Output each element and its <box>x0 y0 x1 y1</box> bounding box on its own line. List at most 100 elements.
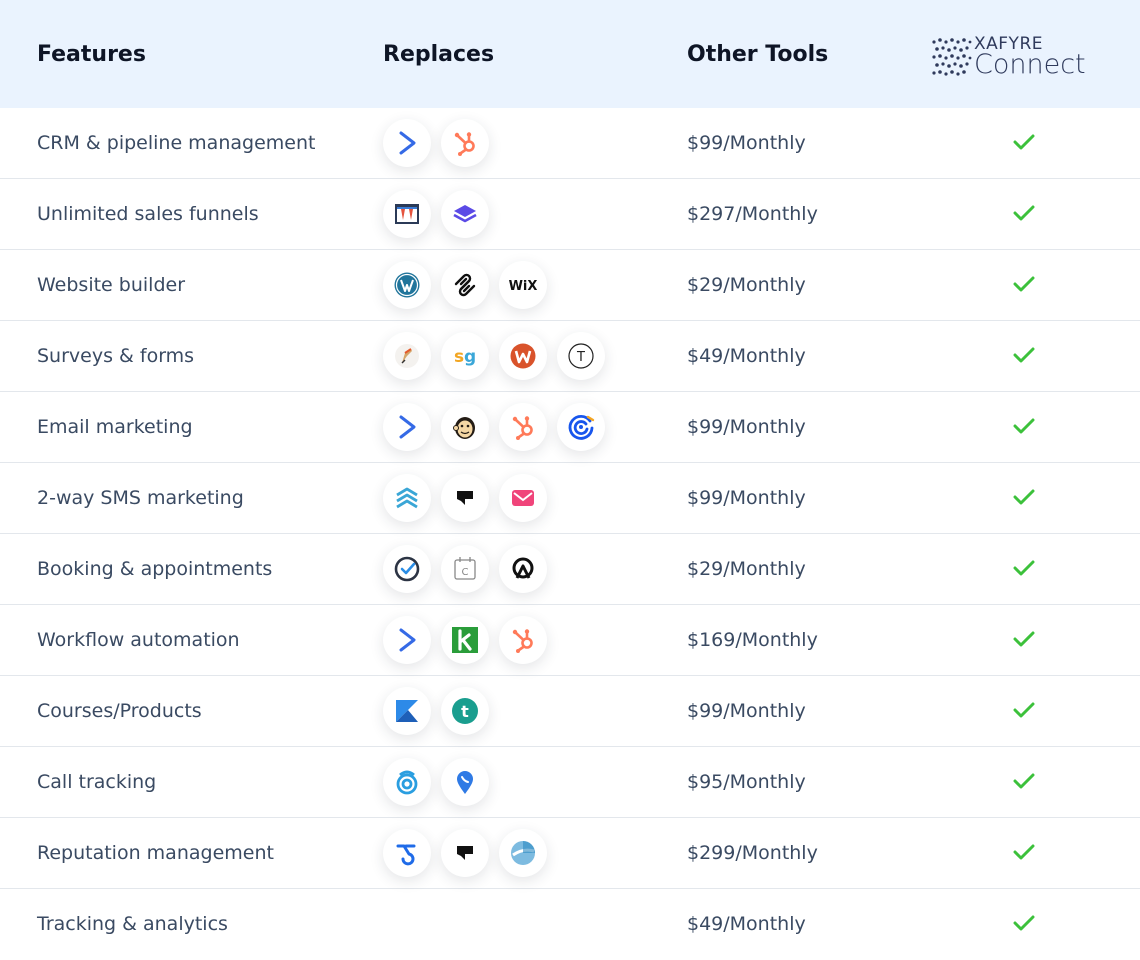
feature-label: Website builder <box>37 274 186 296</box>
activecampaign-icon <box>383 119 431 167</box>
replaces-icons <box>383 747 489 817</box>
replaces-icons: t <box>383 676 489 746</box>
birdeye-icon <box>383 829 431 877</box>
table-row: Email marketing $99/Monthly <box>0 392 1140 463</box>
svg-text:C: C <box>462 567 469 578</box>
xafyre-connect-logo: XAFYRE Connect <box>930 34 1100 82</box>
hubspot-icon <box>499 403 547 451</box>
replaces-icons: sg T <box>383 321 605 391</box>
replaces-icons <box>383 463 547 533</box>
mail-icon <box>499 474 547 522</box>
table-row: Workflow automation $169/Monthly <box>0 605 1140 676</box>
logo-dots-icon <box>932 38 972 76</box>
acuity-icon <box>499 545 547 593</box>
callrail-icon <box>383 758 431 806</box>
check-icon <box>1013 347 1035 363</box>
check-icon <box>1013 702 1035 718</box>
clickfunnels-icon <box>383 190 431 238</box>
table-row: Unlimited sales funnels $297/Monthly <box>0 179 1140 250</box>
wordpress-icon <box>383 261 431 309</box>
feature-label: Call tracking <box>37 771 157 793</box>
replaces-icons: C <box>383 534 547 604</box>
feature-label: Unlimited sales funnels <box>37 203 259 225</box>
check-icon <box>1013 418 1035 434</box>
check-icon <box>1013 205 1035 221</box>
other-tools-price: $169/Monthly <box>687 629 818 651</box>
svg-text:g: g <box>464 347 476 367</box>
wufoo-icon <box>499 332 547 380</box>
teachable-icon: t <box>441 687 489 735</box>
replaces-icons <box>383 179 489 249</box>
header-replaces: Replaces <box>383 41 495 67</box>
feature-label: Booking & appointments <box>37 558 273 580</box>
layers-icon <box>441 190 489 238</box>
svg-text:WiX: WiX <box>509 279 538 294</box>
wix-icon: WiX <box>499 261 547 309</box>
other-tools-price: $99/Monthly <box>687 487 806 509</box>
table-row: 2-way SMS marketing $99/Monthly <box>0 463 1140 534</box>
check-icon <box>1013 134 1035 150</box>
replaces-icons: WiX <box>383 250 547 320</box>
mailchimp-icon <box>441 403 489 451</box>
table-row: Booking & appointments C $29/Monthly <box>0 534 1140 605</box>
replaces-icons <box>383 108 489 178</box>
pin-icon <box>441 758 489 806</box>
check-icon <box>1013 276 1035 292</box>
other-tools-price: $99/Monthly <box>687 132 806 154</box>
check-icon <box>1013 915 1035 931</box>
feature-label: Tracking & analytics <box>37 913 228 935</box>
table-row: Call tracking $95/Monthly <box>0 747 1140 818</box>
check-icon <box>1013 773 1035 789</box>
replaces-icons <box>383 818 547 888</box>
check-icon <box>1013 844 1035 860</box>
calendar-icon: C <box>441 545 489 593</box>
feature-label: Reputation management <box>37 842 274 864</box>
check-icon <box>1013 489 1035 505</box>
surveygizmo-icon: sg <box>441 332 489 380</box>
check-circle-icon <box>383 545 431 593</box>
table-row: Tracking & analytics $49/Monthly <box>0 889 1140 959</box>
table-row: Surveys & forms s g T $49/Monthly <box>0 321 1140 392</box>
table-row: Courses/Products t $99/Monthly <box>0 676 1140 747</box>
table-body: CRM & pipeline management $99/Monthly Unli… <box>0 108 1140 959</box>
other-tools-price: $99/Monthly <box>687 700 806 722</box>
keap-icon <box>441 616 489 664</box>
hubspot-icon <box>441 119 489 167</box>
other-tools-price: $299/Monthly <box>687 842 818 864</box>
feature-label: Workflow automation <box>37 629 240 651</box>
squarespace-icon <box>441 261 489 309</box>
chevrons-up-icon <box>383 474 431 522</box>
replaces-icons <box>383 392 605 462</box>
table-header: Features Replaces Other Tools XAFYRE Con… <box>0 0 1140 108</box>
hubspot-icon <box>499 616 547 664</box>
other-tools-price: $297/Monthly <box>687 203 818 225</box>
other-tools-price: $49/Monthly <box>687 913 806 935</box>
other-tools-price: $29/Monthly <box>687 274 806 296</box>
replaces-icons <box>383 605 547 675</box>
svg-text:t: t <box>461 702 469 721</box>
svg-text:T: T <box>576 350 585 365</box>
table-row: Reputation management $299/Monthly <box>0 818 1140 889</box>
other-tools-price: $29/Monthly <box>687 558 806 580</box>
feature-label: Surveys & forms <box>37 345 195 367</box>
podium-icon <box>441 829 489 877</box>
activecampaign-icon <box>383 616 431 664</box>
constantcontact-icon <box>557 403 605 451</box>
grade-icon <box>499 829 547 877</box>
other-tools-price: $49/Monthly <box>687 345 806 367</box>
feature-label: Courses/Products <box>37 700 202 722</box>
table-row: CRM & pipeline management $99/Monthly <box>0 108 1140 179</box>
header-other-tools: Other Tools <box>687 41 829 67</box>
podium-icon <box>441 474 489 522</box>
activecampaign-icon <box>383 403 431 451</box>
typeform-icon: T <box>557 332 605 380</box>
svg-text:s: s <box>454 347 464 367</box>
feature-label: 2-way SMS marketing <box>37 487 244 509</box>
feature-label: Email marketing <box>37 416 193 438</box>
kajabi-icon <box>383 687 431 735</box>
comparison-table: Features Replaces Other Tools XAFYRE Con… <box>0 0 1140 959</box>
table-row: Website builder WiX $29/Monthly <box>0 250 1140 321</box>
check-icon <box>1013 560 1035 576</box>
check-icon <box>1013 631 1035 647</box>
other-tools-price: $95/Monthly <box>687 771 806 793</box>
